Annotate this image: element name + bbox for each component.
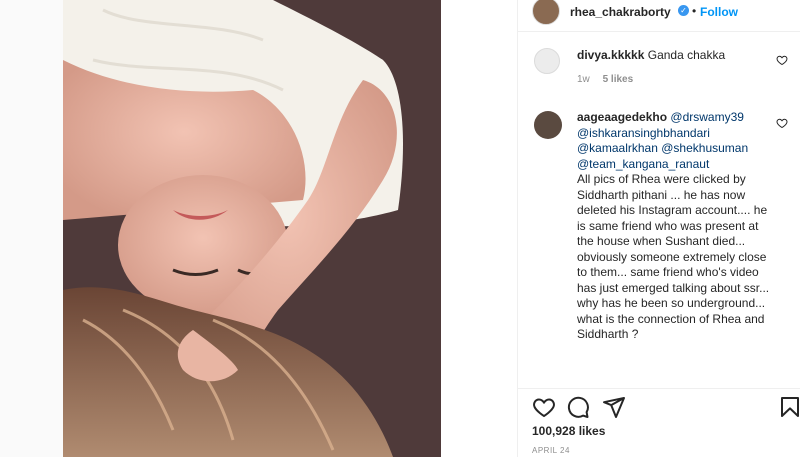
- comment-heart-icon[interactable]: [776, 117, 788, 129]
- bookmark-icon[interactable]: [778, 395, 800, 419]
- commenter-username[interactable]: aageaagedekho: [577, 110, 667, 124]
- post-photo-illustration: [63, 0, 441, 457]
- comment-icon[interactable]: [566, 395, 590, 419]
- comment-text: aageaagedekho @drswamy39 @ishkaransinghb…: [577, 110, 777, 343]
- comment-time[interactable]: 1w: [577, 74, 590, 85]
- comment-body: Ganda chakka: [647, 48, 726, 62]
- likes-count[interactable]: 100,928 likes: [532, 424, 605, 438]
- comment-mention[interactable]: @team_kangana_ranaut: [577, 157, 709, 171]
- comment-heart-icon[interactable]: [776, 54, 788, 66]
- comment-mention[interactable]: @drswamy39: [670, 110, 744, 124]
- post-image[interactable]: [63, 0, 441, 457]
- heart-icon[interactable]: [532, 395, 556, 419]
- commenter-avatar[interactable]: [534, 111, 562, 139]
- share-icon[interactable]: [602, 395, 626, 419]
- comment-mention[interactable]: @shekhusuman: [661, 141, 748, 155]
- post-header: rhea_chakraborty ✓ • Follow: [518, 0, 800, 32]
- post-side-panel: rhea_chakraborty ✓ • Follow divya.kkkkk …: [517, 0, 800, 457]
- post-actions-bar: [518, 388, 800, 422]
- comment-item: divya.kkkkk Ganda chakka 1w 5 likes: [518, 40, 800, 95]
- page-background: [0, 0, 63, 457]
- commenter-avatar[interactable]: [534, 48, 560, 74]
- commenter-username[interactable]: divya.kkkkk: [577, 48, 644, 62]
- comment-text: divya.kkkkk Ganda chakka: [577, 48, 777, 64]
- header-separator: •: [692, 4, 697, 18]
- comment-meta: 1w 5 likes: [577, 74, 643, 85]
- comment-mention[interactable]: @ishkaransinghbhandari: [577, 126, 710, 140]
- follow-button[interactable]: Follow: [700, 5, 738, 19]
- author-avatar[interactable]: [532, 0, 560, 25]
- comment-mention[interactable]: @kamaalrkhan: [577, 141, 658, 155]
- post-date[interactable]: APRIL 24: [532, 446, 570, 455]
- comment-item: aageaagedekho @drswamy39 @ishkaransinghb…: [518, 105, 800, 385]
- author-username[interactable]: rhea_chakraborty: [570, 5, 671, 19]
- verified-badge-icon: ✓: [678, 5, 689, 16]
- comment-likes[interactable]: 5 likes: [603, 74, 634, 85]
- comment-body: All pics of Rhea were clicked by Siddhar…: [577, 172, 770, 341]
